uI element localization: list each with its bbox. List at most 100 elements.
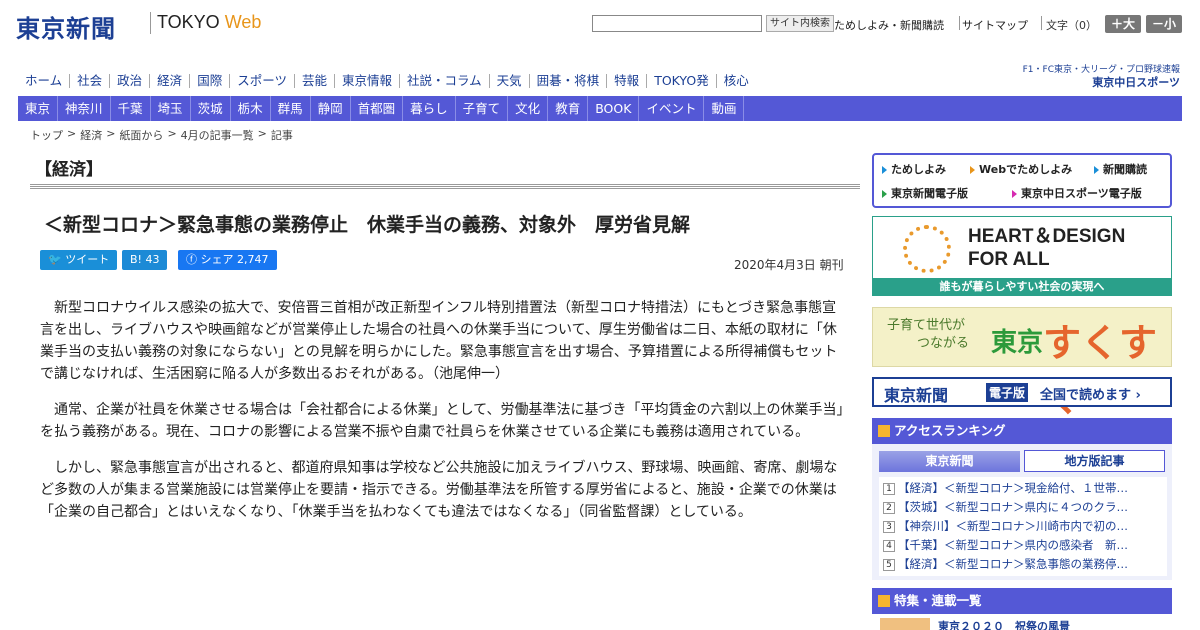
breadcrumb-april-list[interactable]: 4月の記事一覧 [181,127,254,143]
sports-logo-tagline: F1・FC東京・大リーグ・プロ野球速報 [1022,65,1180,75]
ranking-item[interactable]: 4 【千葉】＜新型コロナ＞県内の感染者 新… [883,536,1163,555]
breadcrumb-separator: > [167,127,177,140]
logo-sub-right: Web [224,12,262,32]
article-category: 【経済】 [35,160,103,180]
subscribe-link[interactable]: 新聞購読 [1094,161,1147,177]
tweet-button[interactable]: 🐦 ツイート [40,250,118,270]
nav-item-sports[interactable]: スポーツ [230,73,295,88]
chunichi-sports-logo[interactable]: F1・FC東京・大リーグ・プロ野球速報 東京中日スポーツ [1018,64,1180,92]
ranking-item-text: 【神奈川】＜新型コロナ＞川崎市内で初の… [898,519,1128,533]
trial-subscribe-link[interactable]: ためしよみ・新聞購読 [834,17,944,33]
header-divider [959,16,960,30]
region-item-chiba[interactable]: 千葉 [111,96,151,121]
region-item-ibaraki[interactable]: 茨城 [191,96,231,121]
tab-tokyo-shimbun[interactable]: 東京新聞 [879,451,1020,472]
region-item-kosodate[interactable]: 子育て [456,96,509,121]
nav-item-economy[interactable]: 経済 [150,73,191,88]
region-item-gunma[interactable]: 群馬 [271,96,311,121]
header: 東京新聞 TOKYO Web サイト内検索 ためしよみ・新聞購読 サイトマップ … [0,0,1200,64]
features-heading-label: 特集・連載一覧 [894,593,982,608]
region-item-culture[interactable]: 文化 [508,96,549,121]
denshi-logo: 東京新聞 [884,386,949,405]
site-logo[interactable]: 東京新聞 [16,9,116,44]
ranking-number: 4 [883,539,895,552]
nav-item-tokyo-info[interactable]: 東京情報 [335,73,400,88]
breadcrumb-top[interactable]: トップ [30,127,63,143]
breadcrumb-separator: > [257,127,267,140]
tab-local-articles[interactable]: 地方版記事 [1024,450,1165,472]
nav-item-society[interactable]: 社会 [70,73,111,88]
font-smaller-button[interactable]: －小 [1146,15,1182,33]
digital-edition-banner[interactable]: 東京新聞 電子版 全国で読めます › [872,377,1172,407]
nav-item-home[interactable]: ホーム [18,73,71,88]
region-item-book[interactable]: BOOK [588,96,640,121]
ranking-heading: アクセスランキング [872,418,1172,444]
chunichi-digital-link[interactable]: 東京中日スポーツ電子版 [1012,185,1142,201]
feature-item-title: 東京２０２０ 祝祭の風景 [938,620,1070,630]
search-input[interactable] [592,15,762,32]
sports-logo-name: 東京中日スポーツ [1092,76,1180,89]
header-divider [1041,16,1042,30]
web-trial-link[interactable]: Webでためしよみ [970,161,1072,177]
nav-item-weather[interactable]: 天気 [490,73,530,88]
article-paragraph: 通常、企業が社員を休業させる場合は「会社都合による休業」として、労働基準法に基づ… [40,402,844,440]
sitemap-link[interactable]: サイトマップ [962,17,1028,33]
article-paragraph: しかし、緊急事態宣言が出されると、都道府県知事は学校など公共施設に加えライブハウ… [40,460,838,520]
nav-item-tokuho[interactable]: 特報 [607,73,648,88]
ranking-panel: 東京新聞 地方版記事 1 【経済】＜新型コロナ＞現金給付、１世帯… 2 【茨城】＜新… [872,444,1172,580]
sukusuku-tagline-2: つながる [917,336,970,351]
tweet-label: ツイート [65,253,110,266]
main-nav: ホーム 社会 政治 経済 国際 スポーツ 芸能 東京情報 社説・コラム 天気 囲… [18,69,756,92]
region-item-tochigi[interactable]: 栃木 [231,96,271,121]
denshi-text: 全国で読めます › [1040,388,1141,403]
facebook-icon: ⓕ [186,253,201,266]
facebook-share-label: シェア 2,747 [200,253,269,266]
nav-item-editorial[interactable]: 社説・コラム [400,73,490,88]
heart-design-caption: 誰もが暮らしやすい社会の実現へ [873,278,1171,295]
search-button[interactable]: サイト内検索 [766,15,834,32]
region-item-shizuoka[interactable]: 静岡 [311,96,351,121]
hatena-bookmark-button[interactable]: B! 43 [122,250,168,270]
nav-item-kakushin[interactable]: 核心 [717,73,756,88]
ranking-item[interactable]: 1 【経済】＜新型コロナ＞現金給付、１世帯… [883,479,1163,498]
nav-item-tokyo-hatsu[interactable]: TOKYO発 [647,73,717,88]
breadcrumb-current: 記事 [270,129,293,142]
feature-item[interactable]: 東京２０２０ 祝祭の風景 [880,618,1170,630]
font-size-label: 文字（0） [1046,19,1097,32]
region-item-event[interactable]: イベント [639,96,705,121]
font-larger-button[interactable]: ＋大 [1105,15,1141,33]
nav-item-politics[interactable]: 政治 [110,73,151,88]
region-item-saitama[interactable]: 埼玉 [151,96,191,121]
digital-edition-link[interactable]: 東京新聞電子版 [882,185,968,201]
region-item-video[interactable]: 動画 [704,96,745,121]
breadcrumb-print[interactable]: 紙面から [119,127,163,143]
ranking-item-text: 【経済】＜新型コロナ＞現金給付、１世帯… [898,481,1128,495]
nav-item-international[interactable]: 国際 [190,73,231,88]
region-item-kurashi[interactable]: 暮らし [403,96,456,121]
region-item-kanagawa[interactable]: 神奈川 [58,96,111,121]
ranking-item[interactable]: 3 【神奈川】＜新型コロナ＞川崎市内で初の… [883,517,1163,536]
nav-item-go-shogi[interactable]: 囲碁・将棋 [530,73,608,88]
region-item-education[interactable]: 教育 [548,96,589,121]
sukusuku-tagline-1: 子育て世代が [887,318,966,333]
region-nav: 東京 神奈川 千葉 埼玉 茨城 栃木 群馬 静岡 首都圏 暮らし 子育て 文化 … [18,96,1182,121]
region-item-tokyo[interactable]: 東京 [18,96,59,121]
breadcrumb-separator: > [106,127,116,140]
breadcrumb: トップ > 経済 > 紙面から > 4月の記事一覧 > 記事 [30,127,293,143]
site-logo-sub[interactable]: TOKYO Web [157,12,261,33]
chunichi-digital-label: 東京中日スポーツ電子版 [1021,187,1142,200]
arrow-icon [882,190,887,198]
ranking-item-text: 【茨城】＜新型コロナ＞県内に４つのクラ… [898,500,1128,514]
heart-design-banner[interactable]: HEART＆DESIGN FOR ALL 誰もが暮らしやすい社会の実現へ [872,216,1172,296]
ranking-item[interactable]: 2 【茨城】＜新型コロナ＞県内に４つのクラ… [883,498,1163,517]
article-paragraph: 新型コロナウイルス感染の拡大で、安倍晋三首相が改正新型インフル特別措置法（新型コ… [40,300,838,382]
breadcrumb-economy[interactable]: 経済 [80,127,102,143]
region-item-shutoken[interactable]: 首都圏 [351,96,404,121]
denshi-badge: 電子版 [986,383,1029,402]
tokyo-sukusuku-banner[interactable]: 子育て世代がつながる 東京 すくすく [872,307,1172,420]
arrow-icon [1012,190,1017,198]
ranking-item[interactable]: 5 【経済】＜新型コロナ＞緊急事態の業務停… [883,555,1163,574]
trial-link[interactable]: ためしよみ [882,161,946,177]
facebook-share-button[interactable]: ⓕ シェア 2,747 [178,250,277,270]
nav-item-entertainment[interactable]: 芸能 [295,73,335,88]
